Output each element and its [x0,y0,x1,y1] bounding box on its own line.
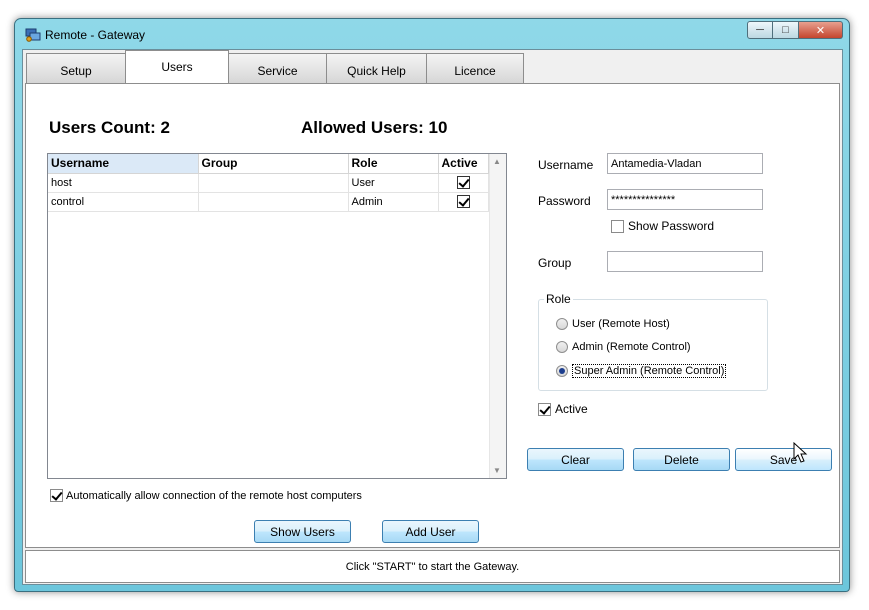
tab-quick-help[interactable]: Quick Help [326,53,427,83]
status-bar: Click "START" to start the Gateway. [25,550,840,583]
close-button[interactable]: ✕ [799,21,843,39]
users-count: Users Count: 2 [49,118,170,138]
users-table: Username Group Role Active host User con… [48,154,489,212]
tab-label: Quick Help [347,63,406,78]
window-client-area: Setup Users Service Quick Help Licence U… [22,49,843,585]
role-option-label: User (Remote Host) [572,318,670,330]
cell-role[interactable]: User [348,173,439,193]
cell-role[interactable]: Admin [348,192,439,212]
active-user-checkbox[interactable] [538,402,551,416]
username-label: Username [538,158,594,172]
password-input[interactable] [607,189,763,210]
scroll-down-icon[interactable]: ▼ [493,466,501,475]
active-checkbox[interactable] [456,176,470,189]
active-checkbox[interactable] [456,195,470,208]
allowed-users: Allowed Users: 10 [301,118,447,138]
title-bar[interactable]: Remote - Gateway ─ □ ✕ [15,19,849,49]
role-option-admin[interactable]: Admin (Remote Control) [556,341,691,353]
table-row[interactable]: control Admin [48,192,489,212]
scroll-up-icon[interactable]: ▲ [493,157,501,166]
cell-group[interactable] [198,192,349,212]
add-user-button[interactable]: Add User [382,520,479,543]
gateway-app-icon [25,28,41,42]
tab-label: Licence [454,63,496,78]
group-label: Group [538,256,572,270]
tab-service[interactable]: Service [228,53,327,83]
role-radio[interactable] [556,318,568,330]
show-password-option[interactable]: Show Password [611,219,714,233]
cell-username[interactable]: control [48,192,199,212]
auto-allow-option[interactable]: Automatically allow connection of the re… [50,489,362,502]
column-header-group[interactable]: Group [198,154,349,174]
minimize-button[interactable]: ─ [747,21,773,39]
status-text: Click "START" to start the Gateway. [345,560,520,573]
tab-licence[interactable]: Licence [426,53,524,83]
cell-group[interactable] [198,173,349,193]
cell-active[interactable] [438,173,489,193]
cell-active[interactable] [438,192,489,212]
users-count-label: Users Count: [49,118,156,137]
allowed-users-label: Allowed Users: [301,118,424,137]
role-option-super-admin[interactable]: Super Admin (Remote Control) [556,364,727,378]
tab-label: Service [257,63,298,78]
active-label: Active [555,402,588,416]
active-option[interactable]: Active [538,402,588,416]
cell-username[interactable]: host [48,173,199,193]
role-option-label: Admin (Remote Control) [572,341,691,353]
table-row[interactable]: host User [48,173,489,193]
mouse-pointer-icon [793,442,808,463]
tab-setup[interactable]: Setup [26,53,126,83]
tab-strip: Setup Users Service Quick Help Licence [26,50,524,83]
maximize-icon: □ [782,24,789,36]
users-count-value: 2 [160,118,170,137]
show-password-checkbox[interactable] [611,219,624,233]
role-title: Role [544,292,573,306]
tab-users[interactable]: Users [125,50,229,83]
column-header-role[interactable]: Role [348,154,439,174]
auto-allow-checkbox[interactable] [50,489,63,502]
column-header-username[interactable]: Username [48,154,199,174]
role-groupbox: Role User (Remote Host) Admin (Remote Co… [538,292,768,391]
group-input[interactable] [607,251,763,272]
maximize-button[interactable]: □ [773,21,799,39]
show-password-label: Show Password [628,219,715,233]
window-title: Remote - Gateway [45,28,146,42]
users-tab-panel: Users Count: 2 Allowed Users: 10 Usernam… [25,83,840,548]
app-window: Remote - Gateway ─ □ ✕ Setup Users Servi… [14,18,850,592]
column-header-active[interactable]: Active [438,154,489,174]
minimize-icon: ─ [756,24,764,36]
show-users-button[interactable]: Show Users [254,520,351,543]
role-radio[interactable] [556,341,568,353]
clear-button[interactable]: Clear [527,448,624,471]
allowed-users-value: 10 [428,118,448,137]
role-option-label: Super Admin (Remote Control) [572,364,727,378]
password-label: Password [538,194,591,208]
auto-allow-label: Automatically allow connection of the re… [66,489,362,502]
save-button[interactable]: Save [735,448,832,471]
tab-label: Users [161,60,193,74]
username-input[interactable] [607,153,763,174]
delete-button[interactable]: Delete [633,448,730,471]
role-radio[interactable] [556,365,568,377]
role-option-user[interactable]: User (Remote Host) [556,318,670,330]
grid-vertical-scrollbar[interactable]: ▲ ▼ [489,154,506,478]
users-grid[interactable]: Username Group Role Active host User con… [47,153,507,479]
close-icon: ✕ [815,24,826,37]
tab-label: Setup [60,63,92,78]
